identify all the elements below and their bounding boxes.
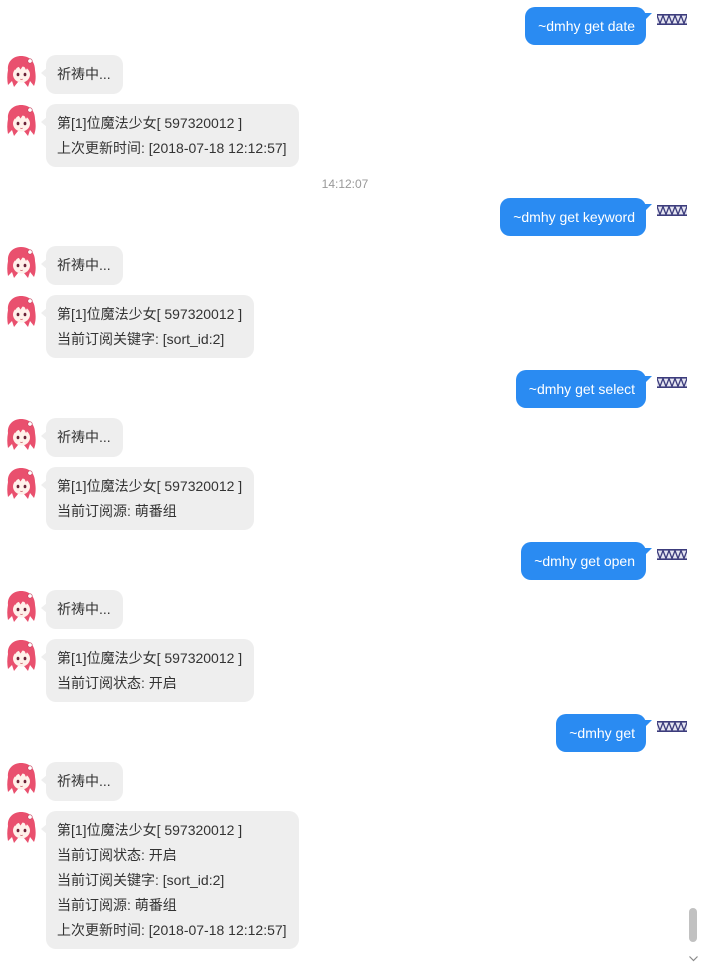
zigzag-banner-avatar-icon <box>657 205 687 216</box>
anime-girl-avatar-icon <box>5 104 37 138</box>
message-bubble[interactable]: 祈祷中... <box>41 590 123 629</box>
anime-girl-avatar-icon <box>5 55 37 89</box>
scrollbar-thumb[interactable] <box>689 908 697 942</box>
message-bubble[interactable]: 祈祷中... <box>41 418 123 457</box>
message-bubble[interactable]: ~dmhy get open <box>521 542 652 580</box>
message-text: ~dmhy get date <box>538 18 635 34</box>
message-bubble[interactable]: 祈祷中... <box>41 246 123 285</box>
message-bubble[interactable]: ~dmhy get <box>556 714 652 752</box>
message-text: 当前订阅源: 萌番组 <box>57 503 177 519</box>
anime-girl-avatar-icon <box>5 246 37 280</box>
bot-avatar[interactable] <box>5 55 37 89</box>
user-avatar[interactable] <box>657 377 687 388</box>
incoming-message: 祈祷中... <box>0 246 690 285</box>
message-text: ~dmhy get <box>569 725 635 741</box>
message-bubble[interactable]: ~dmhy get date <box>525 7 652 45</box>
message-text: 祈祷中... <box>57 257 111 273</box>
bot-avatar[interactable] <box>5 104 37 138</box>
user-avatar[interactable] <box>657 549 687 560</box>
outgoing-message: ~dmhy get <box>0 714 690 752</box>
user-avatar[interactable] <box>657 14 687 25</box>
bot-avatar[interactable] <box>5 762 37 796</box>
message-text: 祈祷中... <box>57 66 111 82</box>
bot-avatar[interactable] <box>5 246 37 280</box>
message-bubble[interactable]: 第[1]位魔法少女[ 597320012 ] 当前订阅状态: 开启 当前订阅关键… <box>41 811 299 949</box>
outgoing-message: ~dmhy get open <box>0 542 690 580</box>
message-timestamp: 14:12:07 <box>321 177 369 191</box>
incoming-message: 祈祷中... <box>0 418 690 457</box>
message-text: 当前订阅状态: 开启 <box>57 847 177 863</box>
message-text: ~dmhy get select <box>528 381 635 397</box>
message-text: ~dmhy get keyword <box>513 209 635 225</box>
incoming-message: 第[1]位魔法少女[ 597320012 ] 当前订阅状态: 开启 <box>0 639 690 702</box>
message-text: 当前订阅关键字: [sort_id:2] <box>57 872 225 888</box>
incoming-message: 祈祷中... <box>0 590 690 629</box>
message-text: 第[1]位魔法少女[ 597320012 ] <box>57 306 243 322</box>
zigzag-banner-avatar-icon <box>657 721 687 732</box>
message-text: 当前订阅状态: 开启 <box>57 675 177 691</box>
chevron-down-icon <box>689 956 698 962</box>
zigzag-banner-avatar-icon <box>657 377 687 388</box>
outgoing-message: ~dmhy get keyword <box>0 198 690 236</box>
anime-girl-avatar-icon <box>5 762 37 796</box>
message-text: 上次更新时间: [2018-07-18 12:12:57] <box>57 140 287 156</box>
message-bubble[interactable]: 第[1]位魔法少女[ 597320012 ] 当前订阅状态: 开启 <box>40 639 255 702</box>
message-text: 当前订阅关键字: [sort_id:2] <box>57 331 225 347</box>
message-text: 上次更新时间: [2018-07-18 12:12:57] <box>57 922 287 938</box>
message-text: 第[1]位魔法少女[ 597320012 ] <box>57 478 243 494</box>
message-text: ~dmhy get open <box>534 553 635 569</box>
incoming-message: 第[1]位魔法少女[ 597320012 ] 当前订阅状态: 开启 当前订阅关键… <box>0 811 690 949</box>
zigzag-banner-avatar-icon <box>657 549 687 560</box>
bot-avatar[interactable] <box>5 590 37 624</box>
message-text: 第[1]位魔法少女[ 597320012 ] <box>57 650 243 666</box>
anime-girl-avatar-icon <box>5 811 37 845</box>
message-bubble[interactable]: ~dmhy get keyword <box>500 198 652 236</box>
incoming-message: 第[1]位魔法少女[ 597320012 ] 当前订阅关键字: [sort_id… <box>0 295 690 358</box>
message-bubble[interactable]: 祈祷中... <box>41 55 123 94</box>
message-bubble[interactable]: 第[1]位魔法少女[ 597320012 ] 当前订阅源: 萌番组 <box>40 467 255 530</box>
bot-avatar[interactable] <box>5 467 37 501</box>
user-avatar[interactable] <box>657 205 687 216</box>
message-text: 祈祷中... <box>57 429 111 445</box>
zigzag-banner-avatar-icon <box>657 14 687 25</box>
message-text: 当前订阅源: 萌番组 <box>57 897 177 913</box>
message-text: 第[1]位魔法少女[ 597320012 ] <box>57 822 243 838</box>
scroll-down-button[interactable] <box>688 953 699 964</box>
message-text: 祈祷中... <box>57 773 111 789</box>
message-text: 祈祷中... <box>57 601 111 617</box>
incoming-message: 第[1]位魔法少女[ 597320012 ] 上次更新时间: [2018-07-… <box>0 104 690 167</box>
message-text: 第[1]位魔法少女[ 597320012 ] <box>57 115 243 131</box>
outgoing-message: ~dmhy get date <box>0 7 690 45</box>
message-bubble[interactable]: 第[1]位魔法少女[ 597320012 ] 上次更新时间: [2018-07-… <box>41 104 299 167</box>
bot-avatar[interactable] <box>5 295 37 329</box>
bot-avatar[interactable] <box>5 639 37 673</box>
incoming-message: 祈祷中... <box>0 55 690 94</box>
message-bubble[interactable]: ~dmhy get select <box>515 370 653 408</box>
message-bubble[interactable]: 祈祷中... <box>41 762 123 801</box>
bot-avatar[interactable] <box>5 418 37 452</box>
anime-girl-avatar-icon <box>5 590 37 624</box>
message-bubble[interactable]: 第[1]位魔法少女[ 597320012 ] 当前订阅关键字: [sort_id… <box>40 295 255 358</box>
user-avatar[interactable] <box>657 721 687 732</box>
anime-girl-avatar-icon <box>5 639 37 673</box>
outgoing-message: ~dmhy get select <box>0 370 690 408</box>
anime-girl-avatar-icon <box>5 467 37 501</box>
incoming-message: 祈祷中... <box>0 762 690 801</box>
anime-girl-avatar-icon <box>5 418 37 452</box>
vertical-scrollbar[interactable] <box>686 0 702 967</box>
anime-girl-avatar-icon <box>5 295 37 329</box>
bot-avatar[interactable] <box>5 811 37 845</box>
incoming-message: 第[1]位魔法少女[ 597320012 ] 当前订阅源: 萌番组 <box>0 467 690 530</box>
chat-message-list[interactable]: ~dmhy get date 祈祷中... 第[1]位魔法少女[ 5973200… <box>0 0 690 967</box>
